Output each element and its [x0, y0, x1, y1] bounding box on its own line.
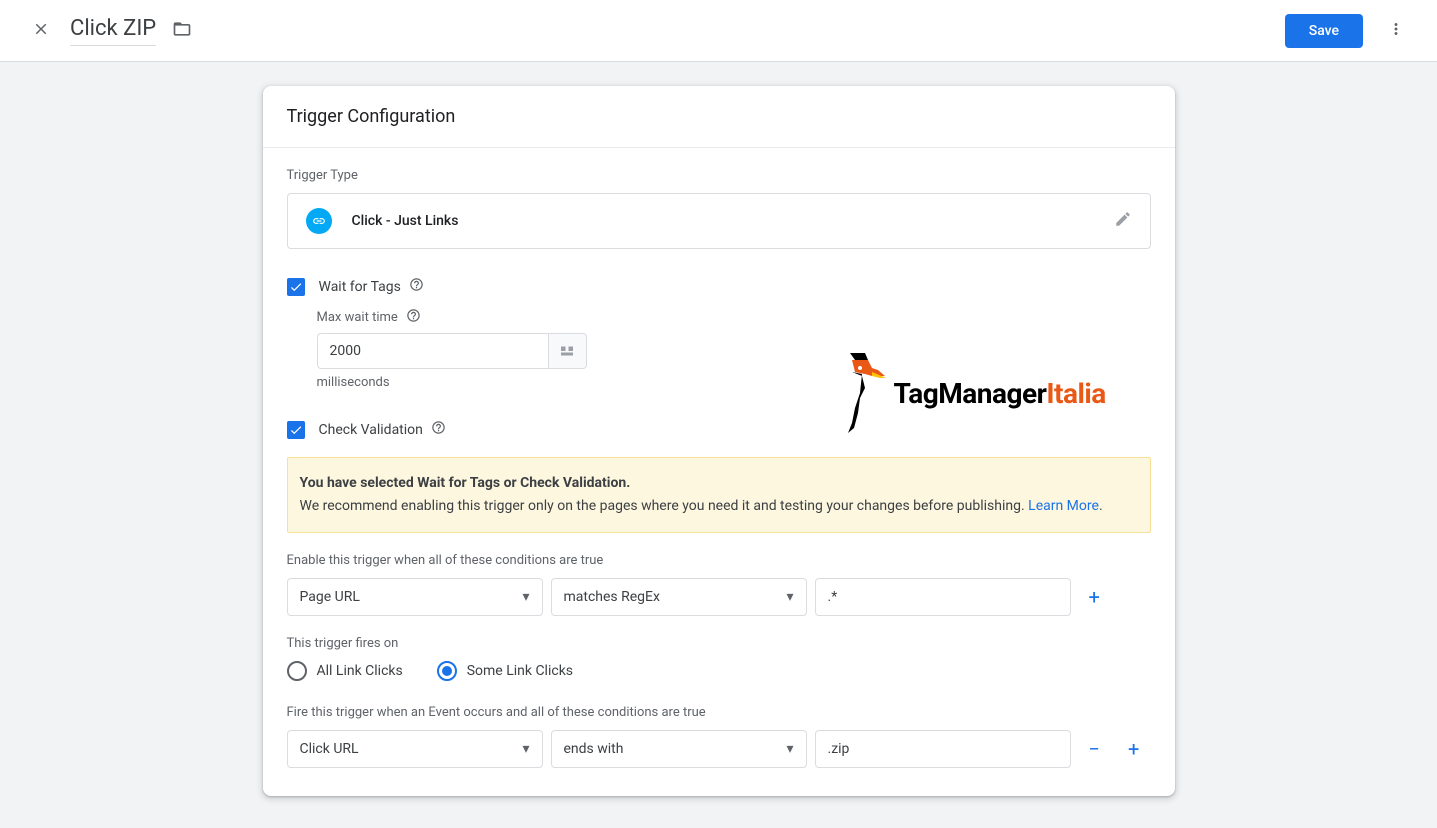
remove-condition-icon[interactable]: −	[1079, 737, 1110, 761]
close-icon[interactable]	[24, 12, 58, 50]
trigger-type-selector[interactable]: Click - Just Links	[287, 193, 1151, 249]
wait-for-tags-row: Wait for Tags	[287, 277, 1151, 296]
fires-on-radio-group: All Link Clicks Some Link Clicks	[287, 661, 1151, 681]
help-icon[interactable]	[406, 308, 421, 327]
learn-more-link[interactable]: Learn More	[1028, 498, 1099, 514]
trigger-config-card: Trigger Configuration Trigger Type Click…	[263, 86, 1175, 796]
check-validation-checkbox[interactable]	[287, 421, 305, 439]
fire-cond-label: Fire this trigger when an Event occurs a…	[287, 705, 1151, 720]
save-button[interactable]: Save	[1285, 14, 1363, 48]
fires-on-label: This trigger fires on	[287, 636, 1151, 651]
variable-select[interactable]: Page URL▾	[287, 578, 543, 616]
fire-condition-row: Click URL▾ ends with▾ − +	[287, 730, 1151, 768]
max-wait-label: Max wait time	[317, 308, 1151, 327]
wait-for-tags-checkbox[interactable]	[287, 278, 305, 296]
trigger-type-value: Click - Just Links	[352, 213, 459, 229]
brand-logo: TagManagerItalia	[830, 348, 1150, 438]
link-icon	[306, 208, 332, 234]
operator-select[interactable]: matches RegEx▾	[551, 578, 807, 616]
help-icon[interactable]	[431, 420, 446, 439]
operator-select[interactable]: ends with▾	[551, 730, 807, 768]
warning-box: You have selected Wait for Tags or Check…	[287, 457, 1151, 533]
condition-value-input[interactable]	[815, 578, 1071, 616]
add-condition-icon[interactable]: +	[1079, 585, 1110, 609]
max-wait-input[interactable]	[317, 333, 549, 369]
page-title[interactable]: Click ZIP	[70, 16, 156, 46]
trigger-type-label: Trigger Type	[287, 168, 1151, 183]
radio-some-link-clicks[interactable]: Some Link Clicks	[437, 661, 573, 681]
radio-all-link-clicks[interactable]: All Link Clicks	[287, 661, 403, 681]
enable-cond-label: Enable this trigger when all of these co…	[287, 553, 1151, 568]
folder-icon[interactable]	[172, 19, 192, 43]
check-validation-label: Check Validation	[319, 422, 423, 438]
variable-select[interactable]: Click URL▾	[287, 730, 543, 768]
wait-for-tags-label: Wait for Tags	[319, 279, 401, 295]
add-condition-icon[interactable]: +	[1118, 737, 1149, 761]
condition-value-input[interactable]	[815, 730, 1071, 768]
card-title: Trigger Configuration	[263, 86, 1175, 148]
more-icon[interactable]	[1379, 12, 1413, 50]
variable-picker-icon[interactable]	[549, 333, 587, 369]
edit-icon[interactable]	[1114, 210, 1132, 232]
help-icon[interactable]	[409, 277, 424, 296]
enable-condition-row: Page URL▾ matches RegEx▾ +	[287, 578, 1151, 616]
top-bar: Click ZIP Save	[0, 0, 1437, 62]
